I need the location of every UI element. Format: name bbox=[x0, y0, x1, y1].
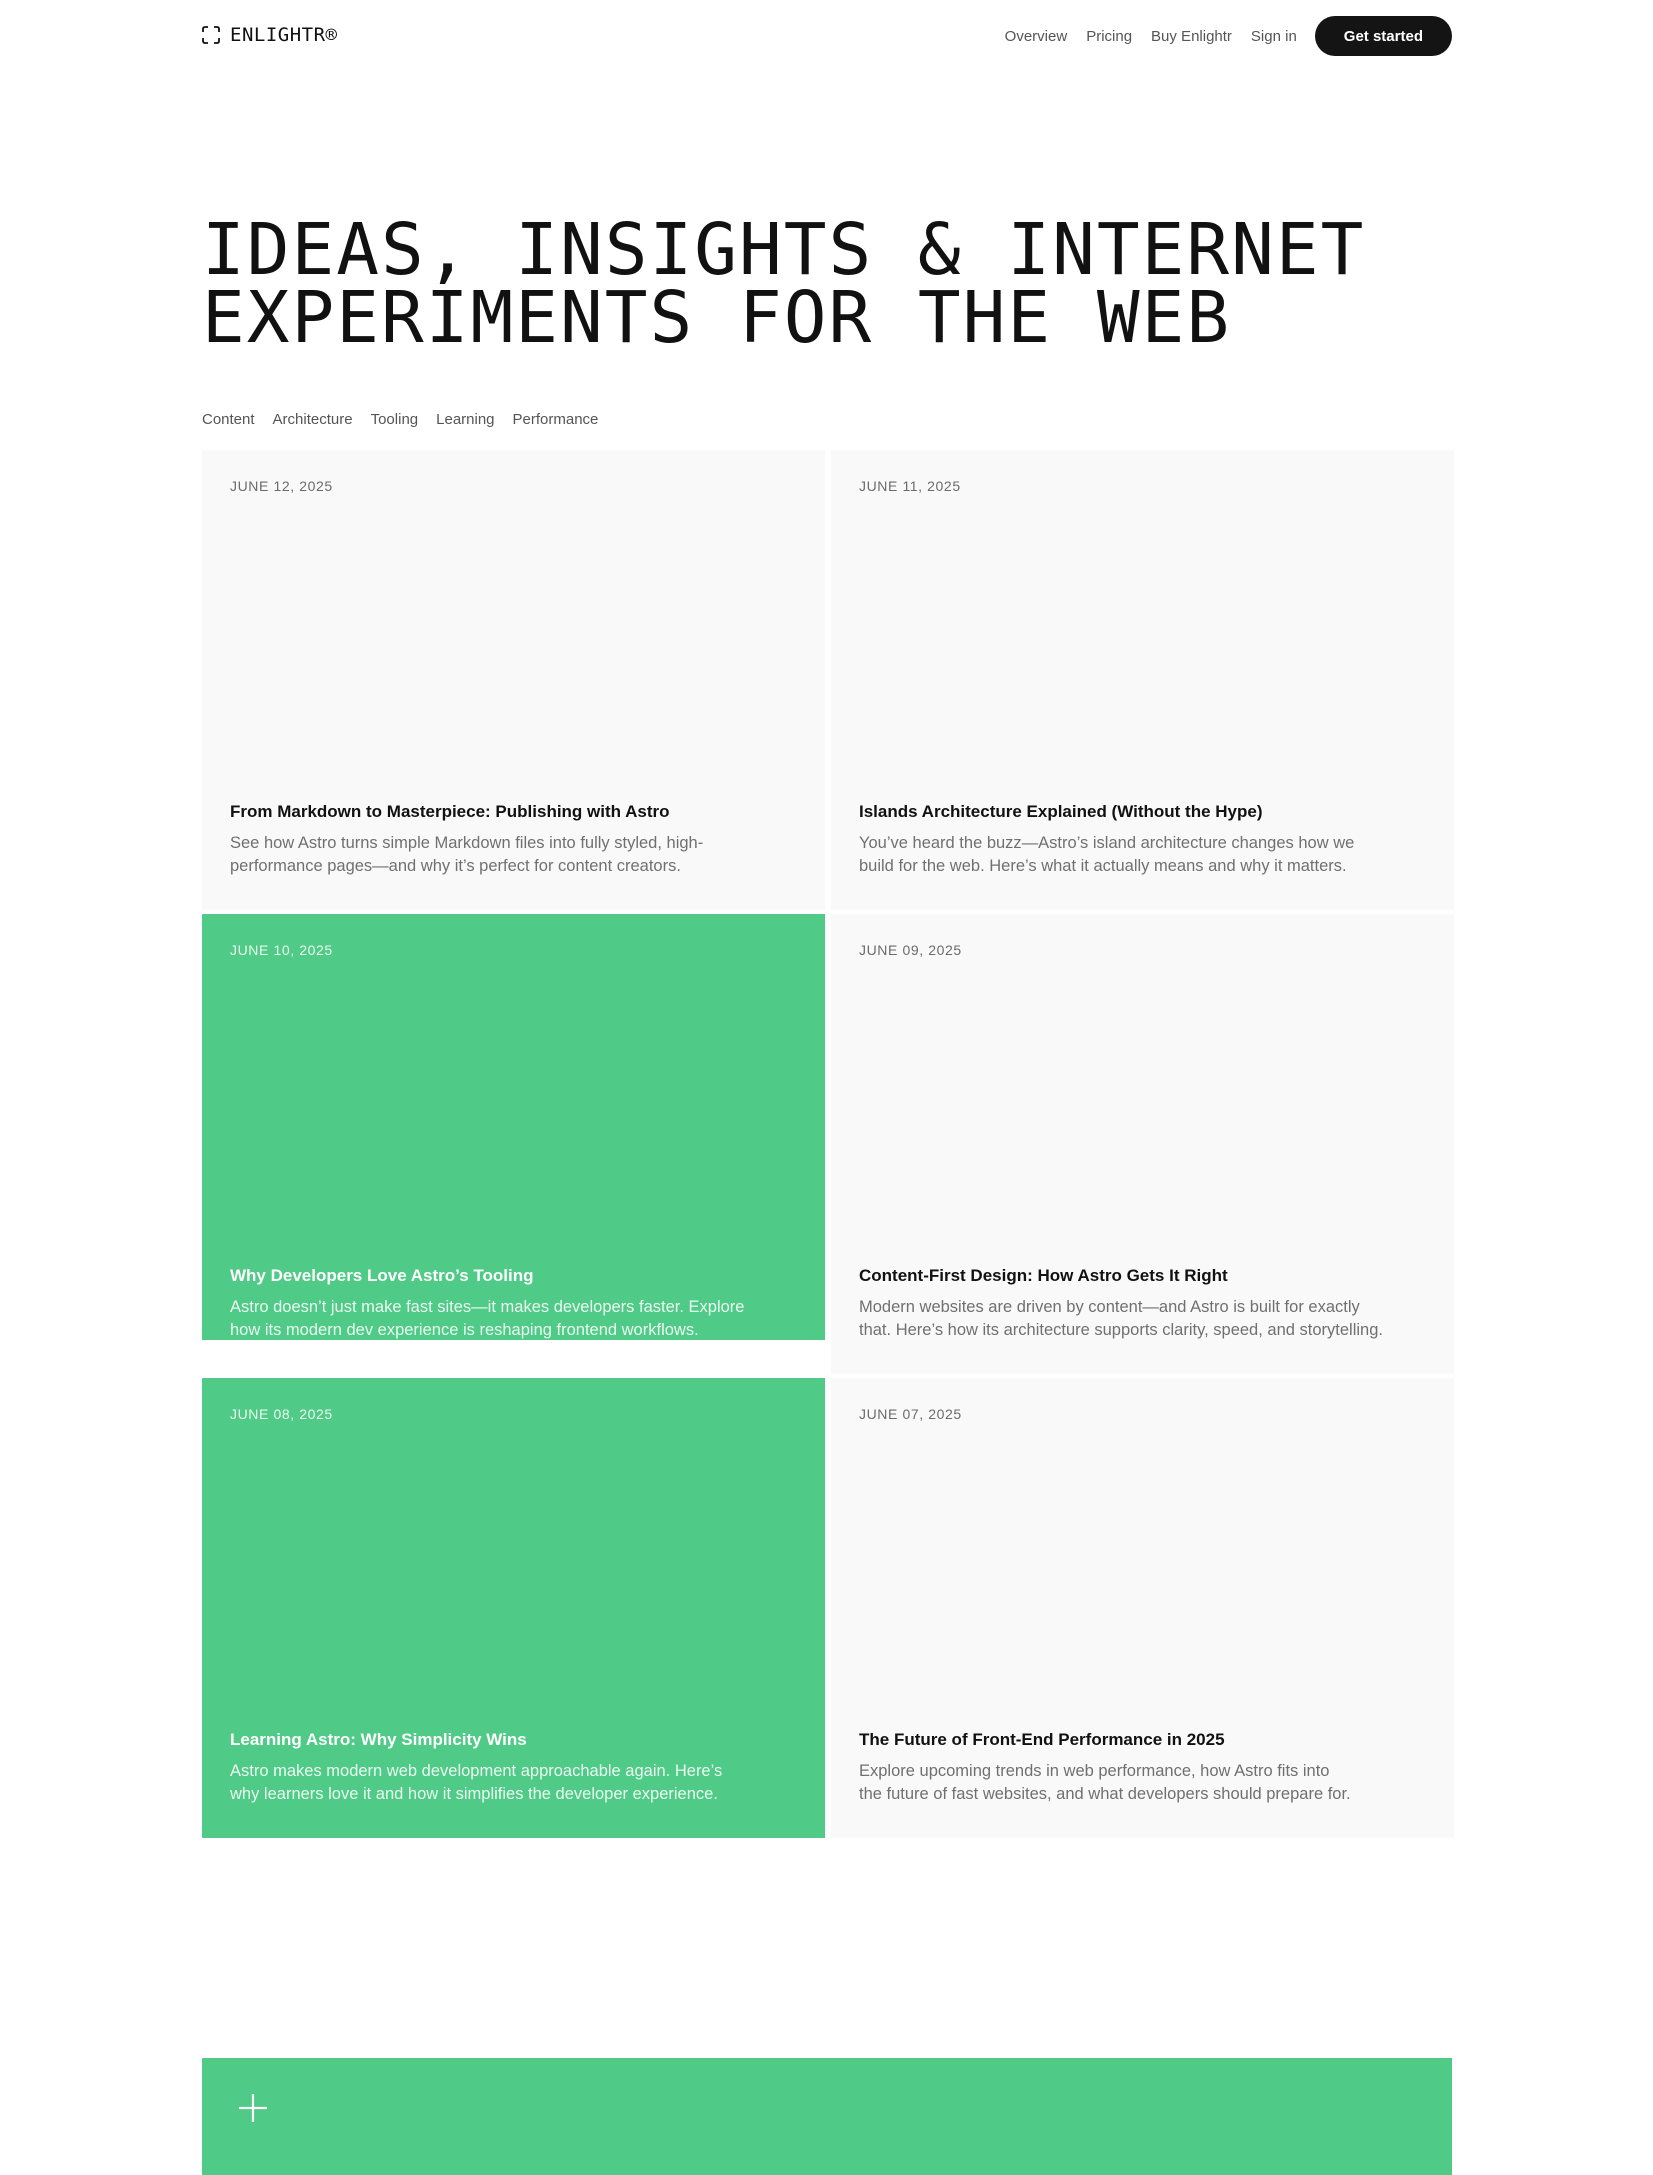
nav-link-overview[interactable]: Overview bbox=[1005, 28, 1068, 45]
post-card[interactable]: JUNE 11, 2025 Islands Architecture Expla… bbox=[831, 450, 1454, 910]
post-description-line: build for the web. Here’s what it actual… bbox=[859, 857, 1347, 875]
nav-link-buy[interactable]: Buy Enlightr bbox=[1151, 28, 1232, 45]
page-title: IDEAS, INSIGHTS & INTERNET EXPERIMENTS F… bbox=[202, 214, 1452, 353]
post-date: JUNE 12, 2025 bbox=[230, 478, 333, 494]
post-title[interactable]: Content-First Design: How Astro Gets It … bbox=[859, 1266, 1228, 1286]
post-description-line: See how Astro turns simple Markdown file… bbox=[230, 834, 704, 852]
plus-icon[interactable] bbox=[238, 2093, 268, 2123]
post-title[interactable]: The Future of Front-End Performance in 2… bbox=[859, 1730, 1225, 1750]
post-description-line: Modern websites are driven by content—an… bbox=[859, 1298, 1360, 1316]
post-description-line: the future of fast websites, and what de… bbox=[859, 1785, 1351, 1803]
post-date: JUNE 08, 2025 bbox=[230, 1406, 333, 1422]
post-title[interactable]: Learning Astro: Why Simplicity Wins bbox=[230, 1730, 527, 1750]
filter-content[interactable]: Content bbox=[202, 411, 255, 428]
get-started-button[interactable]: Get started bbox=[1314, 16, 1452, 56]
nav-link-pricing[interactable]: Pricing bbox=[1086, 28, 1132, 45]
post-description: Explore upcoming trends in web performan… bbox=[859, 1760, 1419, 1806]
filter-performance[interactable]: Performance bbox=[513, 411, 599, 428]
nav-link-sign-in[interactable]: Sign in bbox=[1251, 28, 1297, 45]
post-date: JUNE 10, 2025 bbox=[230, 942, 333, 958]
filter-tooling[interactable]: Tooling bbox=[371, 411, 419, 428]
post-description-line: that. Here’s how its architecture suppor… bbox=[859, 1321, 1383, 1339]
logo[interactable]: ENLIGHTR® bbox=[202, 24, 337, 46]
post-title[interactable]: Islands Architecture Explained (Without … bbox=[859, 802, 1263, 822]
post-description-line: Astro makes modern web development appro… bbox=[230, 1762, 723, 1780]
bracket-square-icon bbox=[202, 26, 220, 44]
post-description: See how Astro turns simple Markdown file… bbox=[230, 832, 790, 878]
post-description-line: performance pages—and why it’s perfect f… bbox=[230, 857, 681, 875]
post-description-line: Explore upcoming trends in web performan… bbox=[859, 1762, 1330, 1780]
filter-architecture[interactable]: Architecture bbox=[273, 411, 353, 428]
post-title[interactable]: Why Developers Love Astro’s Tooling bbox=[230, 1266, 534, 1286]
post-card[interactable]: JUNE 12, 2025 From Markdown to Masterpie… bbox=[202, 450, 825, 910]
post-description-line: how its modern dev experience is reshapi… bbox=[230, 1321, 699, 1339]
filter-learning[interactable]: Learning bbox=[436, 411, 494, 428]
post-date: JUNE 07, 2025 bbox=[859, 1406, 962, 1422]
footer-cta-strip bbox=[202, 2058, 1452, 2175]
post-description-line: You’ve heard the buzz—Astro’s island arc… bbox=[859, 834, 1355, 852]
main-nav: Overview Pricing Buy Enlightr Sign in Ge… bbox=[1005, 16, 1452, 56]
post-title[interactable]: From Markdown to Masterpiece: Publishing… bbox=[230, 802, 670, 822]
post-description: Astro doesn’t just make fast sites—it ma… bbox=[230, 1296, 790, 1340]
category-filters: Content Architecture Tooling Learning Pe… bbox=[202, 411, 598, 428]
post-description: Modern websites are driven by content—an… bbox=[859, 1296, 1419, 1342]
post-date: JUNE 11, 2025 bbox=[859, 478, 961, 494]
page-title-line-2: EXPERIMENTS FOR THE WEB bbox=[202, 276, 1232, 359]
post-description-line: why learners love it and how it simplifi… bbox=[230, 1785, 718, 1803]
post-date: JUNE 09, 2025 bbox=[859, 942, 962, 958]
post-card[interactable]: JUNE 07, 2025 The Future of Front-End Pe… bbox=[831, 1378, 1454, 1838]
logo-text: ENLIGHTR® bbox=[230, 24, 338, 46]
site-header: ENLIGHTR® Overview Pricing Buy Enlightr … bbox=[202, 16, 1452, 56]
post-description: Astro makes modern web development appro… bbox=[230, 1760, 790, 1806]
post-description-line: Astro doesn’t just make fast sites—it ma… bbox=[230, 1298, 745, 1316]
post-card-featured[interactable]: JUNE 10, 2025 Why Developers Love Astro’… bbox=[202, 914, 825, 1340]
post-card-featured[interactable]: JUNE 08, 2025 Learning Astro: Why Simpli… bbox=[202, 1378, 825, 1838]
post-card[interactable]: JUNE 09, 2025 Content-First Design: How … bbox=[831, 914, 1454, 1374]
post-description: You’ve heard the buzz—Astro’s island arc… bbox=[859, 832, 1419, 878]
